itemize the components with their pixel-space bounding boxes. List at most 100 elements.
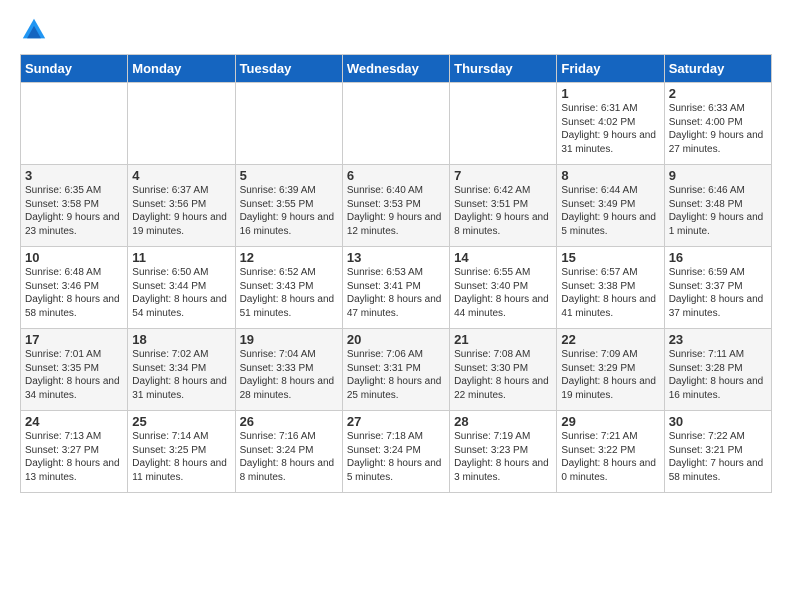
day-info: Sunrise: 6:53 AMSunset: 3:41 PMDaylight:…: [347, 266, 445, 320]
day-number: 16: [669, 250, 767, 265]
calendar-cell: 1Sunrise: 6:31 AMSunset: 4:02 PMDaylight…: [557, 83, 664, 165]
day-info: Sunrise: 6:31 AMSunset: 4:02 PMDaylight:…: [561, 102, 659, 156]
day-number: 27: [347, 414, 445, 429]
day-number: 24: [25, 414, 123, 429]
day-number: 18: [132, 332, 230, 347]
calendar-row-3: 17Sunrise: 7:01 AMSunset: 3:35 PMDayligh…: [21, 329, 772, 411]
day-info: Sunrise: 6:57 AMSunset: 3:38 PMDaylight:…: [561, 266, 659, 320]
day-number: 3: [25, 168, 123, 183]
calendar-cell: 22Sunrise: 7:09 AMSunset: 3:29 PMDayligh…: [557, 329, 664, 411]
day-number: 21: [454, 332, 552, 347]
calendar-cell: 5Sunrise: 6:39 AMSunset: 3:55 PMDaylight…: [235, 165, 342, 247]
calendar-cell: 13Sunrise: 6:53 AMSunset: 3:41 PMDayligh…: [342, 247, 449, 329]
day-info: Sunrise: 7:01 AMSunset: 3:35 PMDaylight:…: [25, 348, 123, 402]
day-info: Sunrise: 6:55 AMSunset: 3:40 PMDaylight:…: [454, 266, 552, 320]
day-number: 9: [669, 168, 767, 183]
day-header-monday: Monday: [128, 55, 235, 83]
logo: [20, 16, 52, 44]
calendar-cell: 18Sunrise: 7:02 AMSunset: 3:34 PMDayligh…: [128, 329, 235, 411]
calendar-cell: 6Sunrise: 6:40 AMSunset: 3:53 PMDaylight…: [342, 165, 449, 247]
calendar-row-4: 24Sunrise: 7:13 AMSunset: 3:27 PMDayligh…: [21, 411, 772, 493]
day-info: Sunrise: 7:18 AMSunset: 3:24 PMDaylight:…: [347, 430, 445, 484]
header: [20, 16, 772, 44]
day-number: 14: [454, 250, 552, 265]
calendar-cell: [342, 83, 449, 165]
calendar-cell: 27Sunrise: 7:18 AMSunset: 3:24 PMDayligh…: [342, 411, 449, 493]
calendar-row-0: 1Sunrise: 6:31 AMSunset: 4:02 PMDaylight…: [21, 83, 772, 165]
calendar-cell: 24Sunrise: 7:13 AMSunset: 3:27 PMDayligh…: [21, 411, 128, 493]
calendar-cell: 8Sunrise: 6:44 AMSunset: 3:49 PMDaylight…: [557, 165, 664, 247]
day-header-sunday: Sunday: [21, 55, 128, 83]
day-number: 1: [561, 86, 659, 101]
calendar-cell: 23Sunrise: 7:11 AMSunset: 3:28 PMDayligh…: [664, 329, 771, 411]
page: SundayMondayTuesdayWednesdayThursdayFrid…: [0, 0, 792, 503]
day-number: 10: [25, 250, 123, 265]
day-number: 30: [669, 414, 767, 429]
day-info: Sunrise: 7:16 AMSunset: 3:24 PMDaylight:…: [240, 430, 338, 484]
calendar-cell: 3Sunrise: 6:35 AMSunset: 3:58 PMDaylight…: [21, 165, 128, 247]
day-info: Sunrise: 7:04 AMSunset: 3:33 PMDaylight:…: [240, 348, 338, 402]
day-number: 8: [561, 168, 659, 183]
day-number: 19: [240, 332, 338, 347]
calendar-cell: 9Sunrise: 6:46 AMSunset: 3:48 PMDaylight…: [664, 165, 771, 247]
calendar-cell: 16Sunrise: 6:59 AMSunset: 3:37 PMDayligh…: [664, 247, 771, 329]
day-info: Sunrise: 6:50 AMSunset: 3:44 PMDaylight:…: [132, 266, 230, 320]
day-header-friday: Friday: [557, 55, 664, 83]
logo-icon: [20, 16, 48, 44]
day-number: 2: [669, 86, 767, 101]
day-info: Sunrise: 6:39 AMSunset: 3:55 PMDaylight:…: [240, 184, 338, 238]
day-info: Sunrise: 7:21 AMSunset: 3:22 PMDaylight:…: [561, 430, 659, 484]
calendar-cell: 29Sunrise: 7:21 AMSunset: 3:22 PMDayligh…: [557, 411, 664, 493]
calendar-row-1: 3Sunrise: 6:35 AMSunset: 3:58 PMDaylight…: [21, 165, 772, 247]
day-header-saturday: Saturday: [664, 55, 771, 83]
day-info: Sunrise: 6:37 AMSunset: 3:56 PMDaylight:…: [132, 184, 230, 238]
day-info: Sunrise: 7:19 AMSunset: 3:23 PMDaylight:…: [454, 430, 552, 484]
day-number: 29: [561, 414, 659, 429]
calendar-cell: 28Sunrise: 7:19 AMSunset: 3:23 PMDayligh…: [450, 411, 557, 493]
day-info: Sunrise: 6:48 AMSunset: 3:46 PMDaylight:…: [25, 266, 123, 320]
calendar-header-row: SundayMondayTuesdayWednesdayThursdayFrid…: [21, 55, 772, 83]
day-number: 25: [132, 414, 230, 429]
calendar-cell: 20Sunrise: 7:06 AMSunset: 3:31 PMDayligh…: [342, 329, 449, 411]
day-info: Sunrise: 7:11 AMSunset: 3:28 PMDaylight:…: [669, 348, 767, 402]
calendar-cell: [450, 83, 557, 165]
day-number: 22: [561, 332, 659, 347]
day-info: Sunrise: 6:46 AMSunset: 3:48 PMDaylight:…: [669, 184, 767, 238]
day-info: Sunrise: 6:44 AMSunset: 3:49 PMDaylight:…: [561, 184, 659, 238]
day-number: 13: [347, 250, 445, 265]
calendar-cell: [21, 83, 128, 165]
calendar-cell: [128, 83, 235, 165]
day-number: 20: [347, 332, 445, 347]
calendar: SundayMondayTuesdayWednesdayThursdayFrid…: [20, 54, 772, 493]
day-info: Sunrise: 6:52 AMSunset: 3:43 PMDaylight:…: [240, 266, 338, 320]
calendar-cell: 17Sunrise: 7:01 AMSunset: 3:35 PMDayligh…: [21, 329, 128, 411]
day-info: Sunrise: 7:02 AMSunset: 3:34 PMDaylight:…: [132, 348, 230, 402]
day-info: Sunrise: 6:59 AMSunset: 3:37 PMDaylight:…: [669, 266, 767, 320]
day-header-wednesday: Wednesday: [342, 55, 449, 83]
calendar-cell: 30Sunrise: 7:22 AMSunset: 3:21 PMDayligh…: [664, 411, 771, 493]
calendar-cell: 10Sunrise: 6:48 AMSunset: 3:46 PMDayligh…: [21, 247, 128, 329]
day-number: 4: [132, 168, 230, 183]
day-number: 5: [240, 168, 338, 183]
day-number: 15: [561, 250, 659, 265]
calendar-cell: 26Sunrise: 7:16 AMSunset: 3:24 PMDayligh…: [235, 411, 342, 493]
calendar-cell: 11Sunrise: 6:50 AMSunset: 3:44 PMDayligh…: [128, 247, 235, 329]
day-number: 17: [25, 332, 123, 347]
day-info: Sunrise: 7:14 AMSunset: 3:25 PMDaylight:…: [132, 430, 230, 484]
calendar-cell: 15Sunrise: 6:57 AMSunset: 3:38 PMDayligh…: [557, 247, 664, 329]
calendar-cell: 7Sunrise: 6:42 AMSunset: 3:51 PMDaylight…: [450, 165, 557, 247]
calendar-row-2: 10Sunrise: 6:48 AMSunset: 3:46 PMDayligh…: [21, 247, 772, 329]
day-number: 6: [347, 168, 445, 183]
day-info: Sunrise: 7:22 AMSunset: 3:21 PMDaylight:…: [669, 430, 767, 484]
day-number: 28: [454, 414, 552, 429]
day-header-thursday: Thursday: [450, 55, 557, 83]
calendar-cell: 19Sunrise: 7:04 AMSunset: 3:33 PMDayligh…: [235, 329, 342, 411]
day-number: 7: [454, 168, 552, 183]
day-info: Sunrise: 7:06 AMSunset: 3:31 PMDaylight:…: [347, 348, 445, 402]
day-info: Sunrise: 6:35 AMSunset: 3:58 PMDaylight:…: [25, 184, 123, 238]
day-info: Sunrise: 7:09 AMSunset: 3:29 PMDaylight:…: [561, 348, 659, 402]
calendar-cell: 12Sunrise: 6:52 AMSunset: 3:43 PMDayligh…: [235, 247, 342, 329]
calendar-cell: 21Sunrise: 7:08 AMSunset: 3:30 PMDayligh…: [450, 329, 557, 411]
day-info: Sunrise: 6:33 AMSunset: 4:00 PMDaylight:…: [669, 102, 767, 156]
calendar-cell: 25Sunrise: 7:14 AMSunset: 3:25 PMDayligh…: [128, 411, 235, 493]
